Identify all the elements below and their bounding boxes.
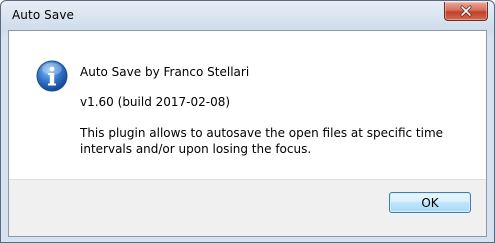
dialog-body: Auto Save by Franco Stellari v1.60 (buil… <box>8 30 487 237</box>
ok-button[interactable]: OK <box>389 192 471 213</box>
dialog-window: Auto Save Auto Save by Franco Stellari v… <box>0 0 495 243</box>
version-text: v1.60 (build 2017-02-08) <box>80 95 231 109</box>
message-title: Auto Save by Franco Stellari <box>80 65 250 79</box>
message-area: Auto Save by Franco Stellari v1.60 (buil… <box>9 31 486 179</box>
information-icon <box>36 60 68 92</box>
close-button[interactable] <box>444 2 488 21</box>
title-bar[interactable]: Auto Save <box>1 1 494 30</box>
button-bar: OK <box>9 179 486 236</box>
close-icon <box>460 5 472 17</box>
window-title: Auto Save <box>12 8 75 22</box>
description-text: This plugin allows to autosave the open … <box>80 126 444 156</box>
